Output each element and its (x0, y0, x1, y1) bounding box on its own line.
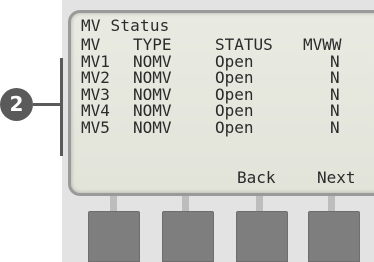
next-button[interactable] (308, 211, 360, 262)
row-mv: MV5 (81, 117, 110, 137)
softkey-button-1[interactable] (88, 211, 140, 262)
softkey-button-2[interactable] (162, 211, 214, 262)
back-button[interactable] (236, 211, 288, 262)
button-2-stem (182, 196, 189, 212)
table-row: MV5 NOMV Open N (81, 117, 374, 137)
screen-title: MV Status (81, 16, 170, 35)
row-type: NOMV (133, 117, 172, 137)
callout-badge: 2 (0, 88, 33, 121)
softkey-label-next: Next (317, 168, 356, 187)
callout-connector (33, 103, 62, 106)
callout-bracket (60, 58, 63, 156)
row-mvww: N (330, 117, 340, 137)
softkey-labels: Back Next (71, 169, 374, 187)
button-3-stem (256, 196, 263, 212)
row-status: Open (215, 117, 254, 137)
lcd-screen: MV Status MV TYPE STATUS MVWW MV1 NOMV O… (68, 10, 374, 196)
button-4-stem (328, 196, 335, 212)
softkey-label-back: Back (237, 168, 276, 187)
mv-status-table: MV TYPE STATUS MVWW MV1 NOMV Open N MV2 … (81, 36, 374, 137)
button-1-stem (110, 196, 117, 212)
